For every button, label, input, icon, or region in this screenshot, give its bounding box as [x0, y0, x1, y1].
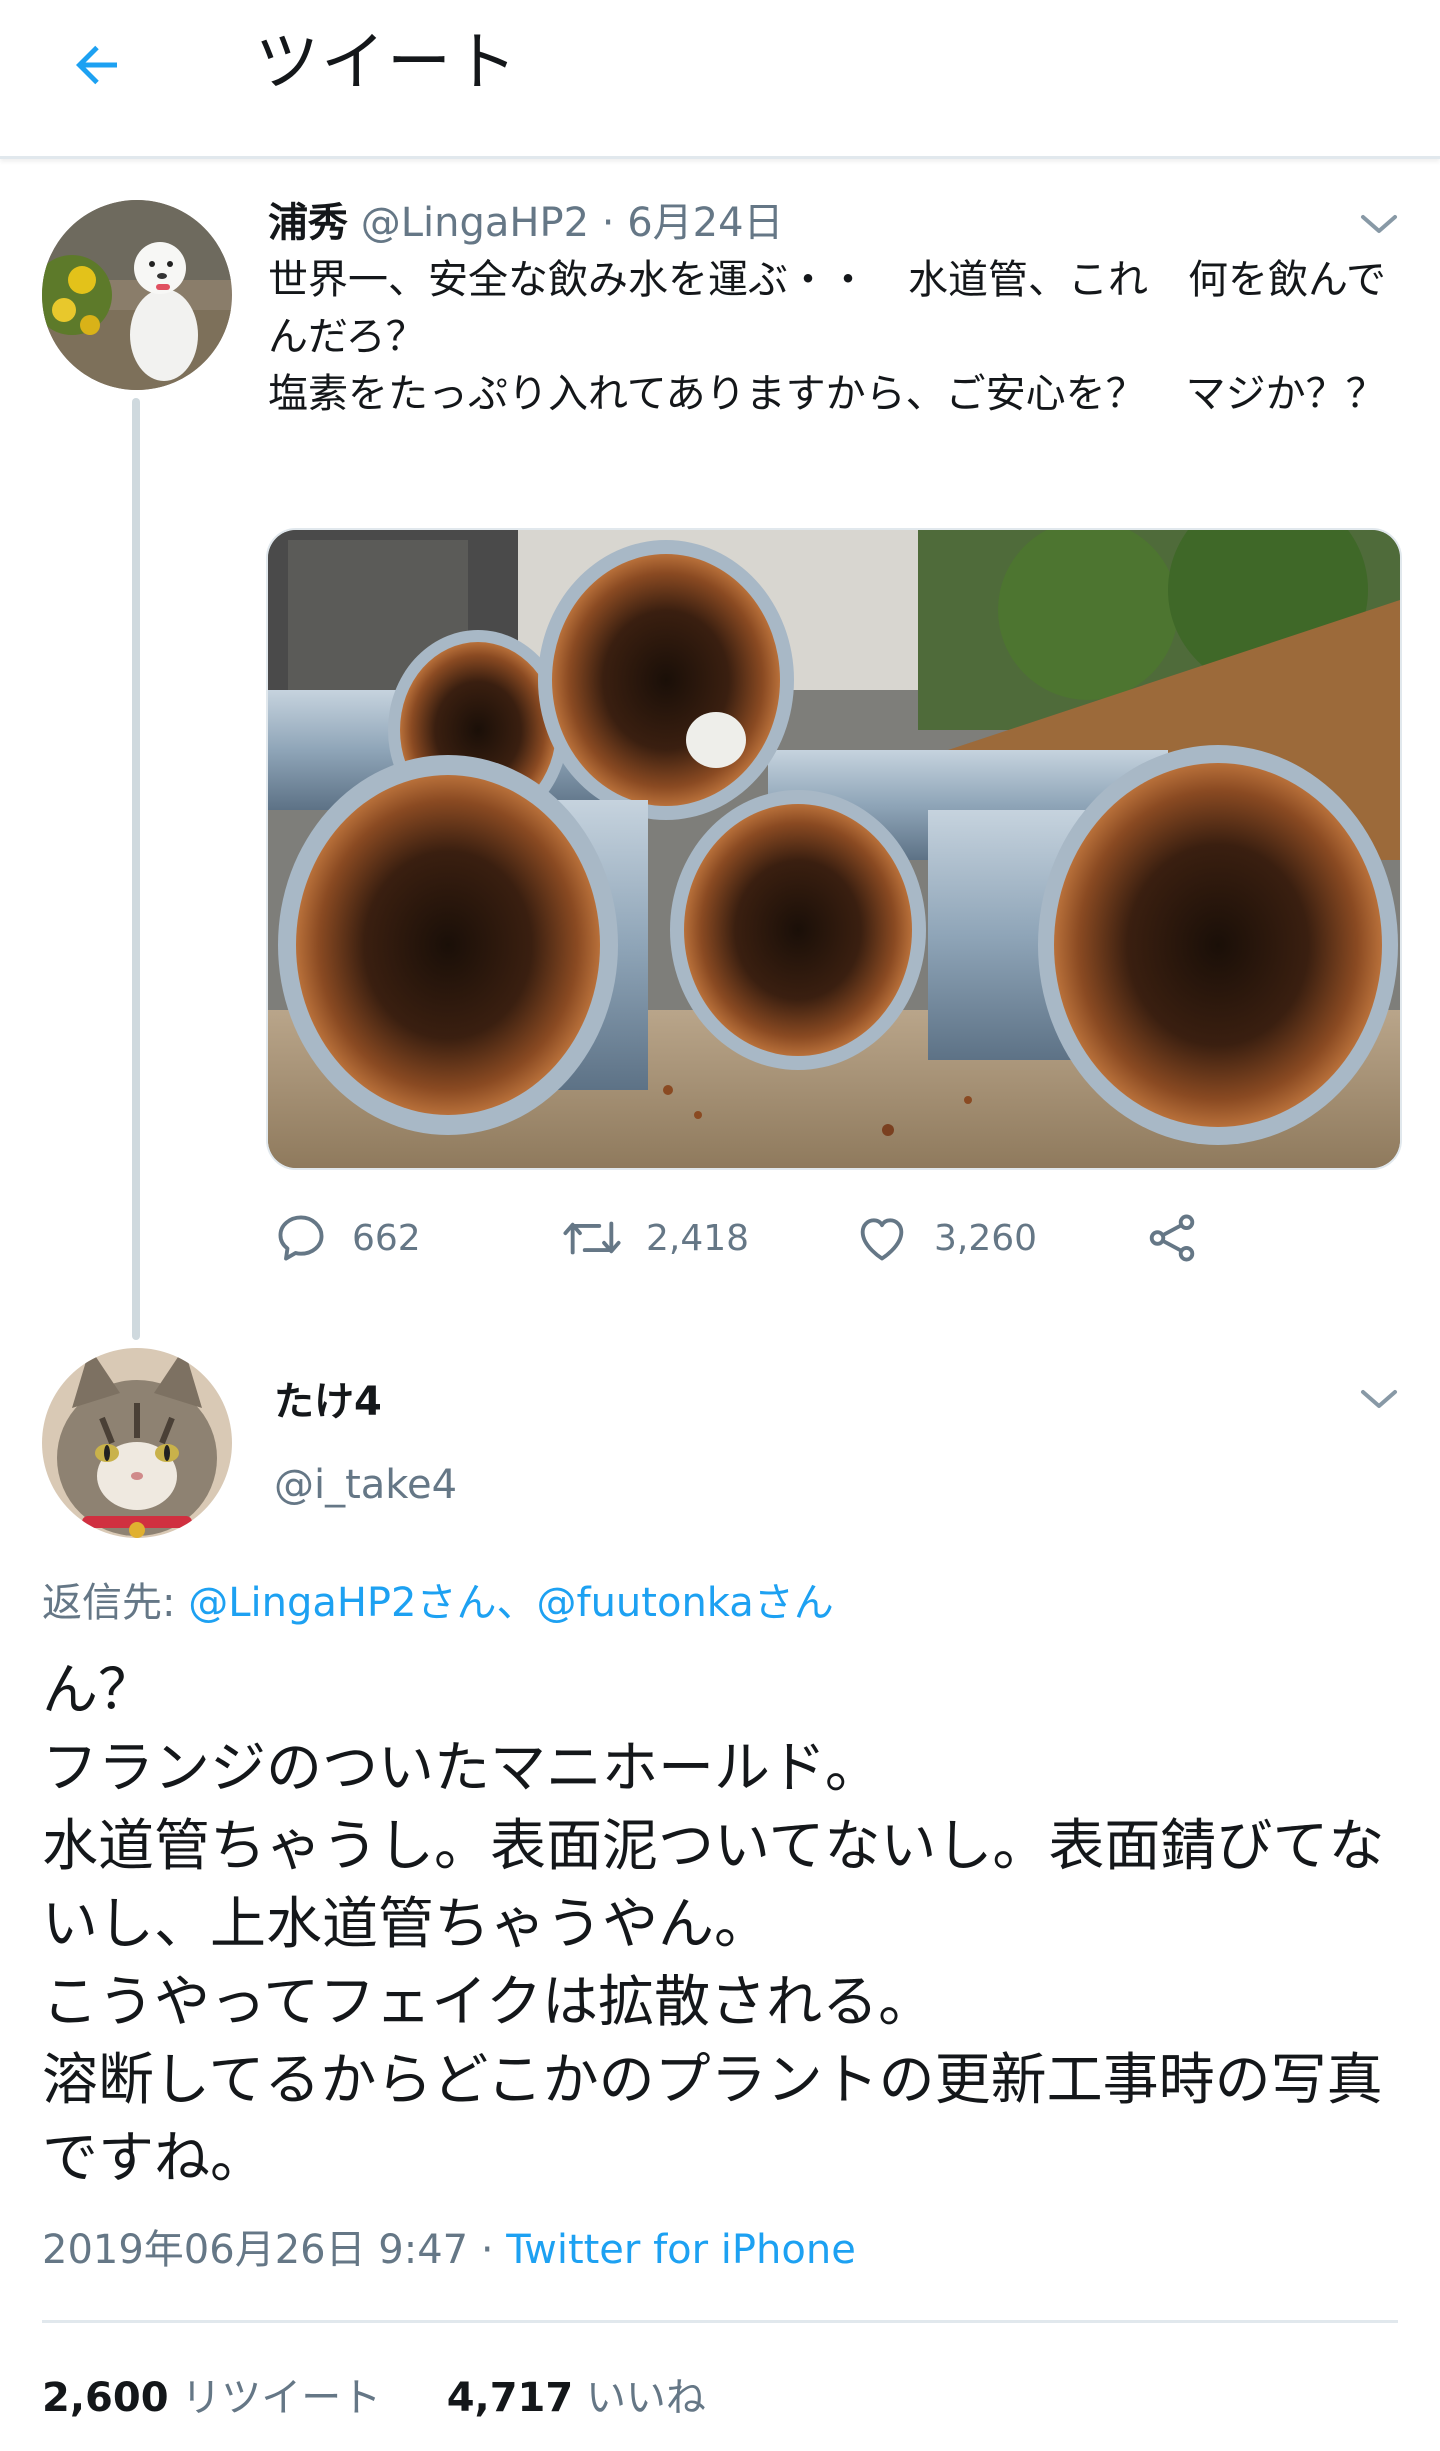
- tweet-photo[interactable]: [266, 528, 1402, 1170]
- tweet-menu-button[interactable]: [1352, 205, 1406, 245]
- likes-stat[interactable]: 4,717 いいね: [447, 2375, 706, 2421]
- avatar-cat-image: [42, 1348, 232, 1538]
- reply-button[interactable]: 662: [272, 1203, 421, 1273]
- retweet-total: 2,600: [42, 2375, 169, 2421]
- avatar[interactable]: [42, 1348, 232, 1538]
- like-count: 3,260: [934, 1217, 1038, 1259]
- author-handle[interactable]: @LingaHP2: [361, 200, 589, 246]
- tweet-text: ん？ フランジのついたマニホールド。 水道管ちゃうし。表面泥ついてないし。表面錆…: [42, 1658, 1385, 2191]
- header-separator: ·: [601, 200, 615, 246]
- share-icon: [1149, 1214, 1195, 1262]
- top-app-bar: [0, 0, 1440, 159]
- divider: [42, 2320, 1398, 2323]
- rusty-pipes-photo: [268, 530, 1400, 1168]
- retweets-stat[interactable]: 2,600 リツイート: [42, 2375, 394, 2421]
- thread-connector: [132, 398, 140, 1340]
- retweet-icon: [563, 1221, 621, 1255]
- retweet-button[interactable]: 2,418: [560, 1203, 749, 1273]
- back-button[interactable]: [62, 30, 132, 100]
- page-title: ツイート: [255, 26, 519, 100]
- avatar[interactable]: [42, 200, 232, 390]
- reply-count: 662: [352, 1217, 421, 1259]
- tweet-header: 浦秀 @LingaHP2 · 6月24日: [268, 196, 784, 250]
- reply-prefix: 返信先:: [42, 1580, 176, 1626]
- like-button[interactable]: 3,260: [852, 1203, 1037, 1273]
- avatar-dog-image: [42, 200, 232, 390]
- reply-context: 返信先: @LingaHP2さん、@fuutonkaさん: [42, 1575, 834, 1631]
- chevron-down-icon: [1361, 1390, 1397, 1408]
- speech-bubble-icon: [278, 1215, 324, 1261]
- author-handle[interactable]: @i_take4: [274, 1458, 457, 1512]
- meta-separator: ·: [480, 2227, 494, 2273]
- chevron-down-icon: [1361, 215, 1397, 233]
- arrow-left-icon: [76, 45, 117, 85]
- heart-icon: [860, 1218, 904, 1261]
- tweet-date[interactable]: 6月24日: [627, 200, 783, 246]
- like-label: いいね: [585, 2375, 706, 2421]
- author-name[interactable]: 浦秀: [268, 200, 348, 246]
- tweet-timestamp: 2019年06月26日 9:47: [42, 2227, 469, 2273]
- share-button[interactable]: [1142, 1203, 1202, 1273]
- tweet-source-link[interactable]: Twitter for iPhone: [506, 2227, 856, 2273]
- tweet-stats: 2,600 リツイート 4,717 いいね: [42, 2368, 706, 2428]
- author-name[interactable]: たけ4: [274, 1375, 382, 1429]
- like-total: 4,717: [446, 2375, 574, 2421]
- tweet-menu-button[interactable]: [1352, 1380, 1406, 1420]
- retweet-label: リツイート: [181, 2375, 382, 2421]
- tweet-text: 世界一、安全な飲み水を運ぶ・・ 水道管、これ 何を飲んでんだろ？ 塩素をたっぷり…: [268, 257, 1386, 417]
- reply-mentions[interactable]: @LingaHP2さん、@fuutonkaさん: [188, 1580, 834, 1626]
- retweet-count: 2,418: [646, 1217, 750, 1259]
- tweet-meta: 2019年06月26日 9:47 · Twitter for iPhone: [42, 2222, 856, 2278]
